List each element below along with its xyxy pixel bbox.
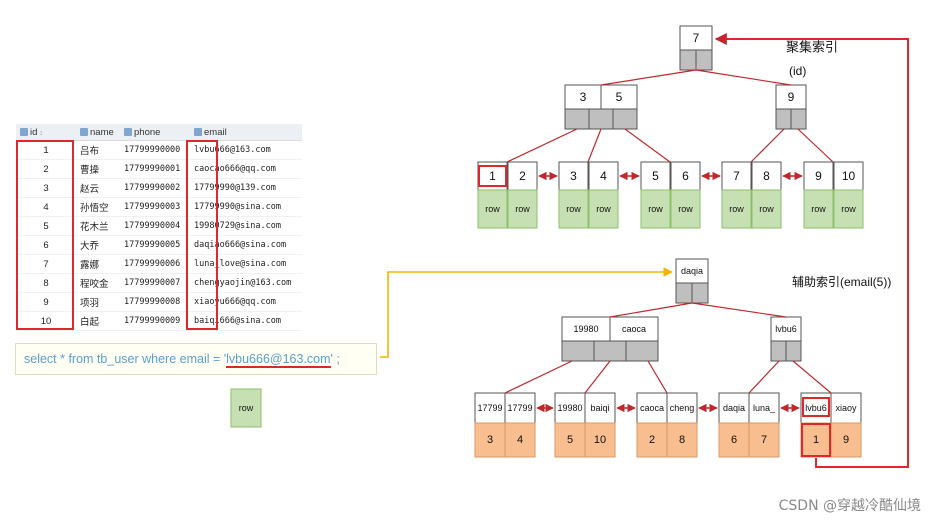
node-key-label: 5: [616, 90, 623, 104]
clustered-leaf-node: [558, 161, 619, 229]
tree-edge: [600, 69, 697, 86]
node-key-label: daqia: [681, 266, 703, 276]
node-pointer-cell: [564, 108, 590, 130]
leaf-row-label: row: [485, 204, 500, 214]
node-pointer-cell: [770, 340, 787, 362]
tree-edge: [647, 360, 668, 394]
tree-edge: [624, 128, 671, 163]
leaf-key-label: 8: [763, 169, 770, 183]
leaf-id-label: 6: [731, 434, 737, 446]
clustered-index-subtitle: (id): [789, 64, 806, 78]
clustered-index-title: 聚集索引: [786, 40, 838, 55]
id-column-highlight: [16, 140, 74, 330]
secondary-index-title: 辅助索引(email(5)): [792, 275, 891, 289]
leaf-key-label: 1: [489, 169, 496, 183]
node-key-label: 7: [693, 31, 700, 45]
tree-edge: [792, 360, 832, 394]
leaf-row-label: row: [515, 204, 530, 214]
node-pointer-cell: [612, 108, 638, 130]
node-key-label: 19980: [573, 324, 598, 334]
leaf-id-label: 4: [517, 434, 523, 446]
tree-edge: [695, 69, 792, 86]
clustered-internal-node: [564, 84, 638, 130]
leaf-key-label: lvbu6: [805, 403, 827, 413]
result-row-label: row: [239, 403, 254, 413]
leaf-key-label: caoca: [640, 403, 664, 413]
email-column-highlight: [186, 140, 218, 330]
leaf-row-label: row: [729, 204, 744, 214]
watermark: CSDN @穿越冷酷仙境: [778, 498, 921, 514]
tree-edge: [691, 302, 787, 318]
node-pointer-cell: [691, 282, 709, 304]
clustered-leaf-node: [477, 161, 538, 229]
tree-edge: [797, 128, 834, 163]
node-pointer-cell: [675, 282, 693, 304]
tree-edge: [609, 302, 693, 318]
leaf-key-label: 2: [519, 169, 526, 183]
node-pointer-cell: [561, 340, 595, 362]
node-key-label: lvbu6: [775, 324, 797, 334]
leaf-key-label: 4: [600, 169, 607, 183]
leaf-key-label: 17799: [477, 403, 502, 413]
leaf-id-label: 2: [649, 434, 655, 446]
node-pointer-cell: [588, 108, 614, 130]
tree-edge: [584, 360, 611, 394]
leaf-key-label: cheng: [670, 403, 695, 413]
node-pointer-cell: [790, 108, 807, 130]
node-pointer-cell: [593, 340, 627, 362]
tree-edge: [504, 360, 573, 394]
leaf-id-label: 5: [567, 434, 573, 446]
leaf-id-label: 7: [761, 434, 767, 446]
tree-edge: [750, 128, 785, 163]
leaf-id-label: 3: [487, 434, 493, 446]
leaf-key-label: 3: [570, 169, 577, 183]
leaf-key-label: daqia: [723, 403, 745, 413]
node-pointer-cell: [775, 108, 792, 130]
index-diagram: 7 3 5 9 1 row 2 row 3 row 4 row 5 row 6 row 7 row 8 row 9 row…: [16, 25, 909, 468]
leaf-id-label: 10: [594, 434, 606, 446]
leaf-key-label: 6: [682, 169, 689, 183]
leaf-key-label: xiaoy: [835, 403, 857, 413]
leaf-id-label: 1: [813, 434, 819, 446]
leaf-row-label: row: [566, 204, 581, 214]
node-key-label: 9: [788, 90, 795, 104]
leaf-row-label: row: [841, 204, 856, 214]
leaf-key-label: luna_: [753, 403, 776, 413]
leaf-key-label: 9: [815, 169, 822, 183]
leaf-row-label: row: [678, 204, 693, 214]
tree-edge: [748, 360, 780, 394]
leaf-key-label: baiqi: [590, 403, 609, 413]
leaf-id-label: 9: [843, 434, 849, 446]
node-pointer-cell: [625, 340, 659, 362]
leaf-row-label: row: [811, 204, 826, 214]
node-pointer-cell: [695, 49, 713, 71]
leaf-key-label: 10: [842, 169, 856, 183]
leaf-key-label: 17799: [507, 403, 532, 413]
leaf-row-label: row: [759, 204, 774, 214]
node-pointer-cell: [679, 49, 697, 71]
leaf-key-label: 19980: [557, 403, 582, 413]
node-key-label: 3: [580, 90, 587, 104]
leaf-row-label: row: [596, 204, 611, 214]
tree-edge: [587, 128, 602, 163]
node-key-label: caoca: [622, 324, 646, 334]
clustered-leaf-node: [640, 161, 701, 229]
leaf-key-label: 5: [652, 169, 659, 183]
tree-edge: [506, 128, 578, 163]
node-pointer-cell: [785, 340, 802, 362]
leaf-id-label: 8: [679, 434, 685, 446]
leaf-row-label: row: [648, 204, 663, 214]
clustered-leaf-node: [721, 161, 782, 229]
leaf-key-label: 7: [733, 169, 740, 183]
